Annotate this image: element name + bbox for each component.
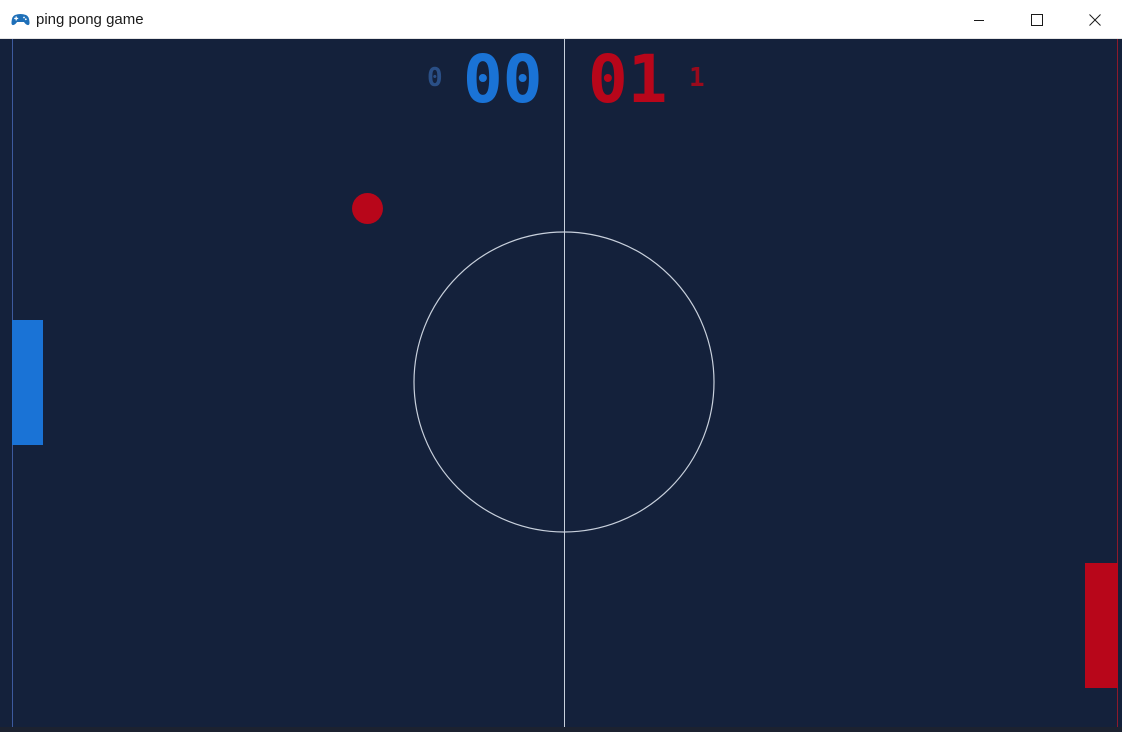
field-markings — [413, 39, 715, 727]
close-button[interactable] — [1066, 0, 1122, 39]
ball — [352, 193, 383, 224]
window-title: ping pong game — [36, 11, 144, 28]
maximize-icon — [1031, 13, 1043, 26]
left-paddle[interactable] — [12, 320, 43, 445]
game-window: ping pong game 0 00 01 1 — [0, 0, 1122, 732]
minimize-button[interactable] — [950, 0, 1008, 39]
bottom-border — [0, 727, 1122, 732]
minimize-icon — [974, 19, 984, 21]
right-score: 01 — [588, 41, 668, 118]
right-paddle[interactable] — [1085, 563, 1118, 688]
maximize-button[interactable] — [1008, 0, 1066, 39]
close-icon — [1089, 13, 1101, 26]
left-score-small: 0 — [427, 63, 443, 93]
left-score: 00 — [463, 41, 543, 118]
right-score-small: 1 — [689, 63, 705, 93]
gamepad-icon — [11, 11, 30, 28]
title-bar[interactable]: ping pong game — [0, 0, 1122, 39]
game-field[interactable]: 0 00 01 1 — [0, 39, 1122, 727]
